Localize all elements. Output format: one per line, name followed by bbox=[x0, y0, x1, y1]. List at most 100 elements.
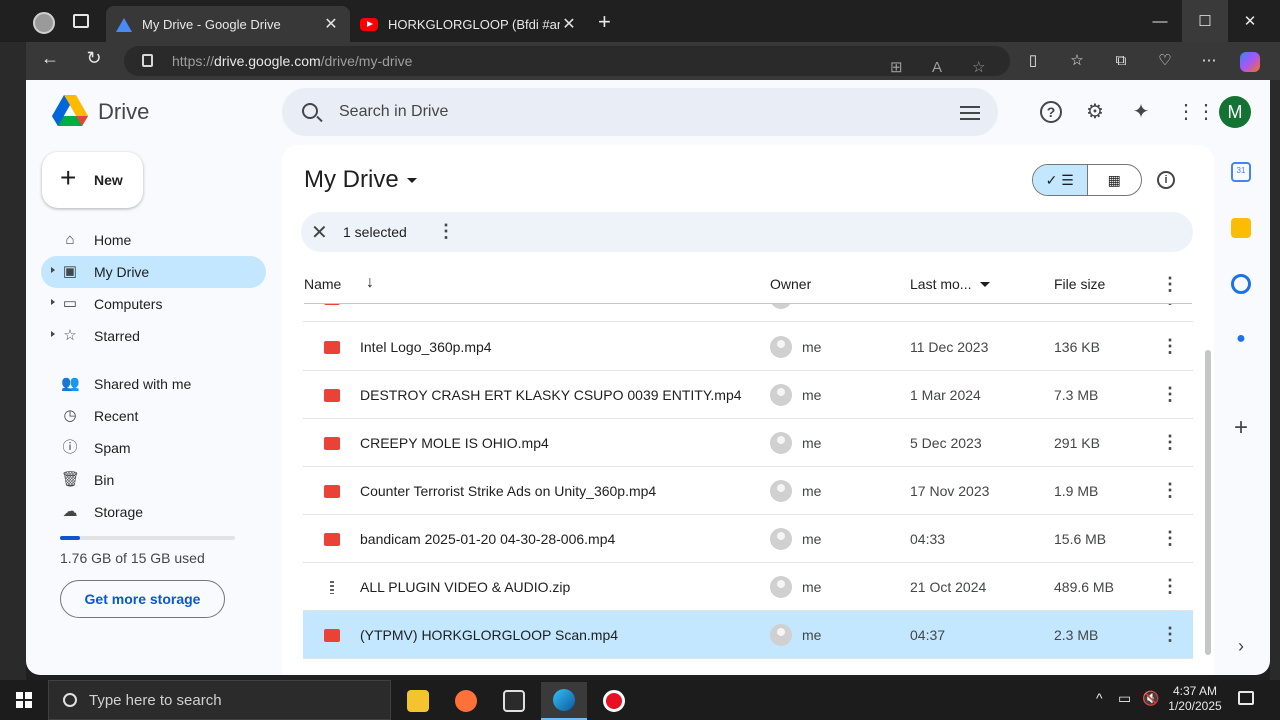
row-more-options-icon[interactable]: ⋮ bbox=[1161, 624, 1179, 645]
profile-icon[interactable] bbox=[33, 12, 55, 34]
more-actions-icon[interactable]: ⋮ bbox=[437, 221, 455, 242]
chevron-up-icon[interactable]: ^ bbox=[1096, 690, 1103, 706]
sidebar-item-storage[interactable]: ☁ Storage bbox=[41, 496, 266, 528]
column-header-file-size[interactable]: File size bbox=[1054, 276, 1105, 292]
search-icon[interactable] bbox=[302, 103, 318, 119]
expand-arrow-icon[interactable] bbox=[51, 331, 55, 337]
sidebar-item-recent[interactable]: ◷ Recent bbox=[41, 400, 266, 432]
more-options-icon[interactable]: ⋯ bbox=[1200, 52, 1218, 70]
page-title[interactable]: My Drive bbox=[304, 166, 417, 194]
calendar-icon[interactable]: 31 bbox=[1231, 162, 1251, 182]
split-screen-icon[interactable]: ▯ bbox=[1024, 52, 1042, 70]
table-row[interactable]: CREEPY MOLE IS OHIO.mp4 me 5 Dec 2023 291 K… bbox=[303, 419, 1193, 467]
table-row[interactable]: Counter Terrorist Strike Ads on Unity_36… bbox=[303, 467, 1193, 515]
favorite-star-icon[interactable]: ☆ bbox=[972, 53, 985, 83]
settings-gear-icon[interactable]: ⚙ bbox=[1084, 101, 1106, 123]
close-window-button[interactable]: ✕ bbox=[1227, 0, 1273, 42]
sidebar-item-shared[interactable]: 👥 Shared with me bbox=[41, 368, 266, 400]
browser-essentials-icon[interactable]: ♡ bbox=[1156, 52, 1174, 70]
row-more-options-icon[interactable]: ⋮ bbox=[1161, 480, 1179, 501]
sidebar-item-bin[interactable]: 🗑 Bin bbox=[41, 464, 266, 496]
sidebar-item-computers[interactable]: ▭ Computers bbox=[41, 288, 266, 320]
notification-icon[interactable] bbox=[1238, 691, 1254, 705]
scrollbar[interactable] bbox=[1205, 350, 1211, 655]
table-row[interactable]: DESTROY CRASH ERT KLASKY CSUPO 0039 ENTI… bbox=[303, 371, 1193, 419]
table-row[interactable]: ALL PLUGIN VIDEO & AUDIO.zip me 21 Oct 202… bbox=[303, 563, 1193, 611]
avatar[interactable]: M bbox=[1219, 96, 1251, 128]
file-owner: me bbox=[802, 339, 822, 355]
row-more-options-icon[interactable]: ⋮ bbox=[1161, 576, 1179, 597]
sidebar-item-label: Bin bbox=[94, 472, 115, 488]
search-input[interactable]: Search in Drive bbox=[339, 103, 448, 121]
table-row[interactable]: Intel Logo_360p.mp4 me 11 Dec 2023 136 KB ⋮ bbox=[303, 323, 1193, 371]
back-icon[interactable]: ← bbox=[36, 48, 64, 69]
refresh-icon[interactable]: ↻ bbox=[80, 48, 108, 69]
system-clock[interactable]: 4:37 AM 1/20/2025 bbox=[1166, 684, 1224, 714]
firefox-icon[interactable] bbox=[443, 682, 489, 720]
table-row[interactable]: ⋮ bbox=[303, 304, 1193, 322]
search-options-icon[interactable] bbox=[960, 102, 980, 122]
maximize-button[interactable]: ☐ bbox=[1182, 0, 1228, 42]
add-addon-icon[interactable]: + bbox=[1231, 416, 1251, 440]
favorites-icon[interactable]: ☆ bbox=[1068, 52, 1086, 70]
row-more-options-icon[interactable]: ⋮ bbox=[1161, 336, 1179, 357]
tasks-icon[interactable] bbox=[1231, 274, 1251, 294]
table-row[interactable]: bandicam 2025-01-20 04-30-28-006.mp4 me 04… bbox=[303, 515, 1193, 563]
grid-view-button[interactable]: ▦ bbox=[1088, 165, 1142, 195]
owner-avatar bbox=[770, 304, 792, 309]
network-icon[interactable]: ▭ bbox=[1118, 690, 1131, 707]
close-tab-icon[interactable]: ✕ bbox=[322, 14, 340, 34]
video-editor-icon[interactable] bbox=[491, 682, 537, 720]
taskbar-search[interactable]: Type here to search bbox=[48, 680, 391, 720]
gemini-sparkle-icon[interactable]: ✦ bbox=[1130, 101, 1152, 123]
new-tab-icon[interactable]: + bbox=[598, 9, 611, 35]
file-owner: me bbox=[802, 435, 822, 451]
clear-selection-close-icon[interactable]: ✕ bbox=[311, 220, 328, 245]
sort-arrow-down-icon[interactable]: ↓ bbox=[366, 274, 374, 292]
tab-google-drive[interactable]: My Drive - Google Drive ✕ bbox=[106, 6, 350, 42]
recorder-icon[interactable] bbox=[591, 682, 637, 720]
help-icon[interactable]: ? bbox=[1040, 101, 1062, 123]
get-more-storage-button[interactable]: Get more storage bbox=[60, 580, 225, 618]
contacts-icon[interactable]: ● bbox=[1231, 330, 1251, 350]
sidebar-item-home[interactable]: ⌂ Home bbox=[41, 224, 266, 256]
chevron-down-icon[interactable] bbox=[980, 282, 990, 287]
column-header-owner[interactable]: Owner bbox=[770, 276, 811, 292]
table-row[interactable]: (YTPMV) HORKGLORGLOOP Scan.mp4 me 04:37 2.3… bbox=[303, 611, 1193, 659]
file-explorer-icon[interactable] bbox=[395, 682, 441, 720]
row-more-options-icon[interactable]: ⋮ bbox=[1161, 304, 1179, 308]
sidebar-item-my-drive[interactable]: ▣ My Drive bbox=[41, 256, 266, 288]
file-name: bandicam 2025-01-20 04-30-28-006.mp4 bbox=[360, 531, 616, 547]
edge-icon[interactable] bbox=[541, 682, 587, 720]
row-more-options-icon[interactable]: ⋮ bbox=[1161, 528, 1179, 549]
expand-arrow-icon[interactable] bbox=[51, 299, 55, 305]
tab-actions-icon[interactable] bbox=[73, 14, 89, 28]
tab-youtube[interactable]: HORKGLORGLOOP (Bfdi #animati ✕ bbox=[350, 6, 588, 42]
row-more-options-icon[interactable]: ⋮ bbox=[1161, 432, 1179, 453]
collections-icon[interactable]: ⧉ bbox=[1112, 52, 1130, 70]
address-bar[interactable]: https://drive.google.com/drive/my-drive … bbox=[124, 46, 1010, 76]
video-file-icon bbox=[324, 341, 340, 354]
windows-start-icon[interactable] bbox=[16, 692, 32, 708]
volume-muted-icon[interactable]: 🔇 bbox=[1142, 690, 1159, 707]
row-more-options-icon[interactable]: ⋮ bbox=[1161, 384, 1179, 405]
list-view-button[interactable]: ✓ ☰ bbox=[1033, 165, 1088, 195]
keep-icon[interactable] bbox=[1231, 218, 1251, 238]
expand-arrow-icon[interactable] bbox=[51, 267, 55, 273]
read-aloud-icon[interactable]: A bbox=[932, 53, 942, 83]
column-options-icon[interactable]: ⋮ bbox=[1161, 274, 1179, 295]
sidebar-item-starred[interactable]: ☆ Starred bbox=[41, 320, 266, 352]
close-tab-icon[interactable]: ✕ bbox=[560, 14, 578, 34]
column-header-last-modified[interactable]: Last mo... bbox=[910, 276, 971, 292]
sidebar-item-spam[interactable]: ⓘ Spam bbox=[41, 432, 266, 464]
info-icon[interactable]: i bbox=[1157, 171, 1175, 189]
apps-grid-icon[interactable]: ⋮⋮ bbox=[1176, 101, 1216, 123]
column-header-name[interactable]: Name bbox=[304, 276, 341, 292]
new-button[interactable]: + New bbox=[42, 152, 143, 208]
copilot-icon[interactable] bbox=[1240, 52, 1260, 72]
home-icon: ⌂ bbox=[65, 231, 75, 248]
app-available-icon[interactable]: ⊞ bbox=[890, 53, 903, 83]
search-bar[interactable]: Search in Drive bbox=[282, 88, 998, 136]
expand-panel-chevron-icon[interactable]: › bbox=[1231, 636, 1251, 656]
minimize-button[interactable]: — bbox=[1137, 0, 1183, 42]
